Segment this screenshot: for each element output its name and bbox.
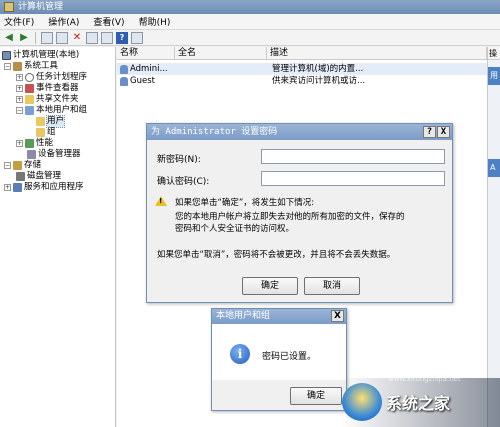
computer-management-icon: [4, 2, 14, 12]
list-item[interactable]: Admini... 管理计算机(域)的内置...: [117, 63, 487, 75]
refresh-icon[interactable]: [101, 31, 113, 44]
message-box-body: i 密码已设置。: [212, 324, 346, 380]
message-box-title: 本地用户和组: [216, 311, 271, 321]
user-icon: [120, 64, 128, 74]
watermark-url: www.xitongzhijia.net: [388, 375, 461, 383]
user-name: Guest: [130, 76, 155, 86]
warning-line-3: 密码和个人安全证书的访问权。: [175, 224, 295, 234]
tree-item-storage[interactable]: − 存储: [4, 160, 41, 171]
menu-bar: 文件(F) 操作(A) 查看(V) 帮助(H): [0, 14, 500, 30]
ok-button[interactable]: 确定: [242, 277, 298, 295]
confirm-password-label: 确认密码(C):: [157, 177, 210, 187]
list-item[interactable]: Guest 供来宾访问计算机或访...: [117, 75, 487, 87]
up-folder-icon[interactable]: [41, 31, 53, 44]
tools-icon: [13, 62, 22, 71]
dialog-title-bar: 为 Administrator 设置密码 ? X: [147, 124, 452, 140]
clock-icon: [25, 73, 34, 82]
shared-folder-icon: [25, 95, 34, 104]
help-button[interactable]: ?: [423, 126, 436, 138]
column-header-description[interactable]: 描述: [267, 47, 487, 59]
storage-icon: [13, 161, 22, 170]
tree-item-users[interactable]: 用户: [36, 115, 66, 128]
menu-file[interactable]: 文件(F): [4, 15, 34, 28]
tree-item-local-users-groups[interactable]: − 本地用户和组: [16, 105, 87, 116]
event-viewer-icon: [25, 84, 34, 93]
watermark-logo-icon: [342, 383, 382, 421]
tree-item-shared-folders[interactable]: + 共享文件夹: [16, 94, 79, 105]
cancel-info-text: 如果您单击“取消”，密码将不会被更改，并且将不会丢失数据。: [157, 250, 396, 260]
tree-item-performance[interactable]: + 性能: [16, 138, 53, 149]
password-set-message-box: 本地用户和组 X i 密码已设置。 确定: [211, 308, 347, 411]
tree-item-device-manager[interactable]: 设备管理器: [27, 149, 81, 160]
user-description: 管理计算机(域)的内置...: [272, 64, 364, 74]
column-header-name[interactable]: 名称: [117, 47, 175, 59]
list-column-headers: 名称 全名 描述: [117, 47, 487, 60]
menu-view[interactable]: 查看(V): [93, 15, 124, 28]
collapse-icon[interactable]: −: [16, 107, 23, 114]
actions-section-admin[interactable]: A: [488, 159, 500, 177]
menu-action[interactable]: 操作(A): [48, 15, 79, 28]
back-arrow-icon[interactable]: ◀: [3, 32, 15, 44]
message-text: 密码已设置。: [262, 352, 317, 362]
delete-icon[interactable]: ✕: [71, 32, 83, 44]
device-manager-icon: [27, 150, 36, 159]
new-password-field[interactable]: [261, 149, 445, 164]
info-icon: i: [230, 344, 250, 364]
folder-icon: [36, 128, 45, 137]
disk-icon: [16, 172, 25, 181]
user-icon: [120, 76, 128, 86]
tree-item-root[interactable]: 计算机管理(本地): [2, 50, 79, 61]
tree-item-task-scheduler[interactable]: + 任务计划程序: [16, 72, 87, 83]
computer-icon: [2, 51, 11, 60]
user-name: Admini...: [130, 64, 168, 74]
tree-item-services-apps[interactable]: + 服务和应用程序: [4, 182, 84, 193]
navigation-tree: 计算机管理(本地) − 系统工具 + 任务计划程序 + 事件查看器 + 共享文件…: [0, 47, 116, 427]
close-button[interactable]: X: [437, 126, 450, 138]
expand-icon[interactable]: +: [4, 184, 11, 191]
properties-icon[interactable]: [86, 31, 98, 44]
menu-help[interactable]: 帮助(H): [139, 15, 171, 28]
warning-icon: [155, 196, 167, 206]
expand-icon[interactable]: +: [16, 85, 23, 92]
watermark-text: 系统之家: [386, 394, 451, 413]
toolbar-divider: [35, 31, 36, 44]
cancel-button[interactable]: 取消: [304, 277, 360, 295]
window-title: 计算机管理: [18, 2, 64, 12]
collapse-icon[interactable]: −: [4, 63, 11, 70]
confirm-password-field[interactable]: [261, 171, 445, 186]
toolbar: ◀ ▶ ✕ ?: [0, 30, 500, 46]
help-icon[interactable]: ?: [116, 31, 128, 44]
ok-button[interactable]: 确定: [290, 387, 342, 405]
message-box-title-bar: 本地用户和组 X: [212, 309, 346, 324]
new-password-label: 新密码(N):: [157, 155, 201, 165]
user-description: 供来宾访问计算机或访...: [272, 76, 366, 86]
warning-line-1: 如果您单击“确定”，将发生如下情况:: [175, 198, 315, 208]
window-title-bar: 计算机管理: [0, 0, 500, 14]
tree-item-disk-management[interactable]: 磁盘管理: [16, 171, 61, 182]
actions-header: 操: [488, 47, 500, 60]
folder-icon: [36, 117, 45, 126]
dialog-title: 为 Administrator 设置密码: [151, 127, 278, 137]
expand-icon[interactable]: +: [16, 74, 23, 81]
forward-arrow-icon[interactable]: ▶: [18, 32, 30, 44]
performance-icon: [25, 139, 34, 148]
expand-icon[interactable]: +: [16, 96, 23, 103]
close-button[interactable]: X: [331, 310, 344, 322]
set-password-dialog: 为 Administrator 设置密码 ? X 新密码(N): 确认密码(C)…: [146, 123, 453, 303]
actions-pane: 操 用 A: [487, 47, 500, 427]
collapse-icon[interactable]: −: [4, 162, 11, 169]
column-header-fullname[interactable]: 全名: [175, 47, 267, 59]
actions-section-users[interactable]: 用: [488, 67, 500, 85]
users-groups-icon: [25, 106, 34, 115]
action-pane-icon[interactable]: [131, 31, 143, 44]
show-hide-tree-icon[interactable]: [56, 31, 68, 44]
warning-line-2: 您的本地用户帐户将立即失去对他的所有加密的文件，保存的: [175, 212, 405, 222]
tree-item-groups[interactable]: 组: [36, 127, 56, 138]
expand-icon[interactable]: +: [16, 140, 23, 147]
tree-item-event-viewer[interactable]: + 事件查看器: [16, 83, 79, 94]
tree-item-system-tools[interactable]: − 系统工具: [4, 61, 58, 72]
services-icon: [13, 183, 22, 192]
